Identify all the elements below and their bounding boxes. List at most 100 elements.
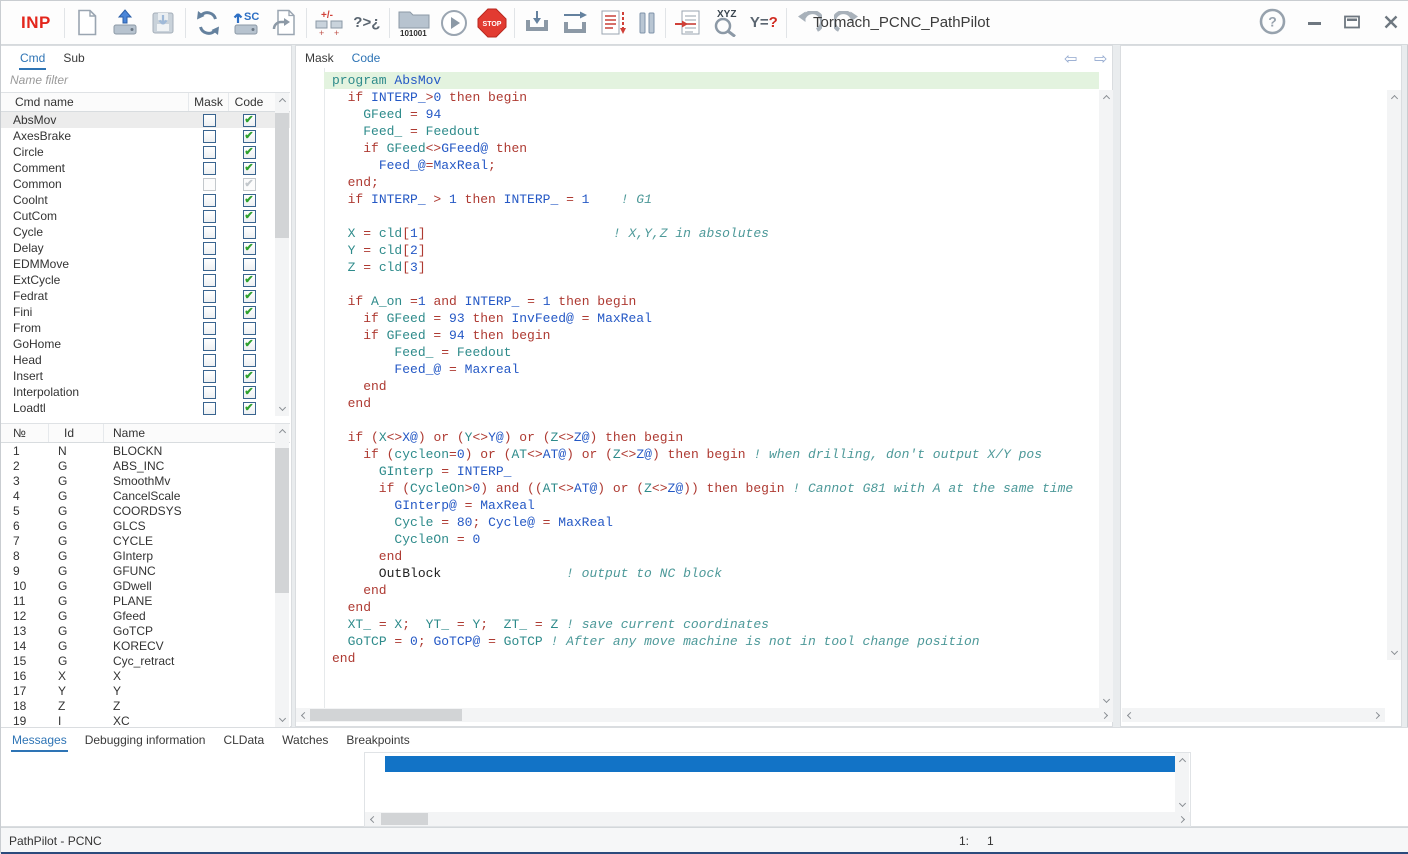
scroll-right-button[interactable] <box>1176 812 1190 826</box>
tab-messages[interactable]: Messages <box>11 730 68 752</box>
tab-cldata[interactable]: CLData <box>222 730 265 750</box>
run-button[interactable] <box>435 4 473 42</box>
cmd-row[interactable]: Loadtl✔ <box>1 400 290 416</box>
cmd-table-scroll-thumb[interactable] <box>275 113 289 238</box>
code-checkbox[interactable]: ✔ <box>243 370 256 383</box>
close-button[interactable] <box>1383 15 1399 32</box>
cmd-row[interactable]: Fedrat✔ <box>1 288 290 304</box>
step-into-button[interactable] <box>518 4 556 42</box>
scroll-left-button[interactable] <box>296 708 310 722</box>
cmd-row[interactable]: EDMMove <box>1 256 290 272</box>
cmd-row[interactable]: ExtCycle✔ <box>1 272 290 288</box>
help-button[interactable]: ? <box>1259 8 1286 38</box>
col-header-mask[interactable]: Mask <box>189 93 229 111</box>
register-row[interactable]: 18ZZ <box>1 698 290 713</box>
scroll-up-button[interactable] <box>1099 90 1113 104</box>
register-row[interactable]: 12GGfeed <box>1 608 290 623</box>
code-checkbox[interactable]: ✔ <box>243 290 256 303</box>
messages-hscroll-thumb[interactable] <box>381 813 428 825</box>
scroll-left-button[interactable] <box>365 812 379 826</box>
code-checkbox[interactable]: ✔ <box>243 114 256 127</box>
restore-button[interactable] <box>1344 15 1361 32</box>
selected-message-row[interactable] <box>385 756 1177 772</box>
cmd-row[interactable]: Common✔ <box>1 176 290 192</box>
mask-checkbox[interactable] <box>203 258 216 271</box>
code-checkbox[interactable]: ✔ <box>243 210 256 223</box>
mask-checkbox[interactable] <box>203 114 216 127</box>
tab-breakpoints[interactable]: Breakpoints <box>345 730 410 750</box>
open-file-button[interactable] <box>106 4 144 42</box>
scroll-down-button[interactable] <box>1175 798 1189 812</box>
mask-checkbox[interactable] <box>203 242 216 255</box>
find-xyz-button[interactable]: XYZ <box>707 4 745 42</box>
query-convert-button[interactable]: ?>¿ <box>348 4 386 42</box>
evaluate-variable-button[interactable]: Y=? <box>745 4 783 42</box>
col-header-cmd-name[interactable]: Cmd name <box>1 93 189 111</box>
register-row[interactable]: 5GCOORDSYS <box>1 503 290 518</box>
scroll-right-button[interactable] <box>1371 708 1385 722</box>
code-checkbox[interactable]: ✔ <box>243 242 256 255</box>
code-checkbox[interactable]: ✔ <box>243 338 256 351</box>
cmd-row[interactable]: GoHome✔ <box>1 336 290 352</box>
messages-list[interactable] <box>364 752 1191 827</box>
tab-debugging-information[interactable]: Debugging information <box>84 730 207 750</box>
cmd-row[interactable]: Interpolation✔ <box>1 384 290 400</box>
code-checkbox[interactable]: ✔ <box>243 162 256 175</box>
editor-vertical-scrollbar[interactable] <box>1099 90 1113 708</box>
col-header-name[interactable]: Name <box>104 424 290 442</box>
editor-hscroll-thumb[interactable] <box>310 709 462 721</box>
messages-horizontal-scrollbar[interactable] <box>365 812 1190 826</box>
save-sc-button[interactable]: SC <box>227 4 265 42</box>
cmd-row[interactable]: Delay✔ <box>1 240 290 256</box>
mask-checkbox[interactable] <box>203 290 216 303</box>
messages-vertical-scrollbar[interactable] <box>1175 753 1189 812</box>
col-header-number[interactable]: № <box>1 424 49 442</box>
scroll-up-button[interactable] <box>1387 90 1401 104</box>
cmd-row[interactable]: From <box>1 320 290 336</box>
nav-forward-button[interactable]: ⇨ <box>1094 49 1107 69</box>
register-row[interactable]: 9GGFUNC <box>1 563 290 578</box>
plus-minus-blocks-button[interactable]: +/-++ <box>310 4 348 42</box>
mask-checkbox[interactable] <box>203 210 216 223</box>
register-row[interactable]: 13GGoTCP <box>1 623 290 638</box>
register-row[interactable]: 10GGDwell <box>1 578 290 593</box>
pause-button[interactable] <box>632 4 662 42</box>
insert-line-button[interactable] <box>669 4 707 42</box>
id-table-scroll-thumb[interactable] <box>275 448 289 593</box>
mask-checkbox[interactable] <box>203 194 216 207</box>
mask-checkbox[interactable] <box>203 386 216 399</box>
register-row[interactable]: 3GSmoothMv <box>1 473 290 488</box>
mask-checkbox[interactable] <box>203 162 216 175</box>
cmd-row[interactable]: CutCom✔ <box>1 208 290 224</box>
binary-folder-button[interactable]: 101001 <box>393 4 435 42</box>
cmd-row[interactable]: Circle✔ <box>1 144 290 160</box>
right-panel-horizontal-scrollbar[interactable] <box>1122 708 1385 722</box>
step-over-button[interactable] <box>556 4 594 42</box>
register-row[interactable]: 8GGInterp <box>1 548 290 563</box>
run-to-line-button[interactable] <box>594 4 632 42</box>
tab-mask[interactable]: Mask <box>304 48 335 68</box>
code-checkbox[interactable]: ✔ <box>243 402 256 415</box>
scroll-down-button[interactable] <box>1099 694 1113 708</box>
cmd-row[interactable]: Fini✔ <box>1 304 290 320</box>
nav-back-button[interactable]: ⇦ <box>1064 49 1077 69</box>
save-file-button[interactable] <box>144 4 182 42</box>
col-header-code[interactable]: Code <box>229 93 269 111</box>
tab-watches[interactable]: Watches <box>281 730 329 750</box>
code-checkbox[interactable] <box>243 226 256 239</box>
tab-cmd[interactable]: Cmd <box>19 48 46 70</box>
minimize-button[interactable] <box>1308 15 1322 32</box>
mask-checkbox[interactable] <box>203 306 216 319</box>
tab-code[interactable]: Code <box>351 48 382 70</box>
code-checkbox[interactable] <box>243 258 256 271</box>
mask-checkbox[interactable] <box>203 354 216 367</box>
mask-checkbox[interactable] <box>203 370 216 383</box>
scroll-left-button[interactable] <box>1122 708 1136 722</box>
cmd-row[interactable]: Head <box>1 352 290 368</box>
reload-button[interactable] <box>189 4 227 42</box>
scroll-up-button[interactable] <box>275 93 289 107</box>
tab-sub[interactable]: Sub <box>62 48 85 68</box>
code-checkbox[interactable]: ✔ <box>243 194 256 207</box>
register-row[interactable]: 2GABS_INC <box>1 458 290 473</box>
right-panel-vertical-scrollbar[interactable] <box>1387 90 1401 660</box>
